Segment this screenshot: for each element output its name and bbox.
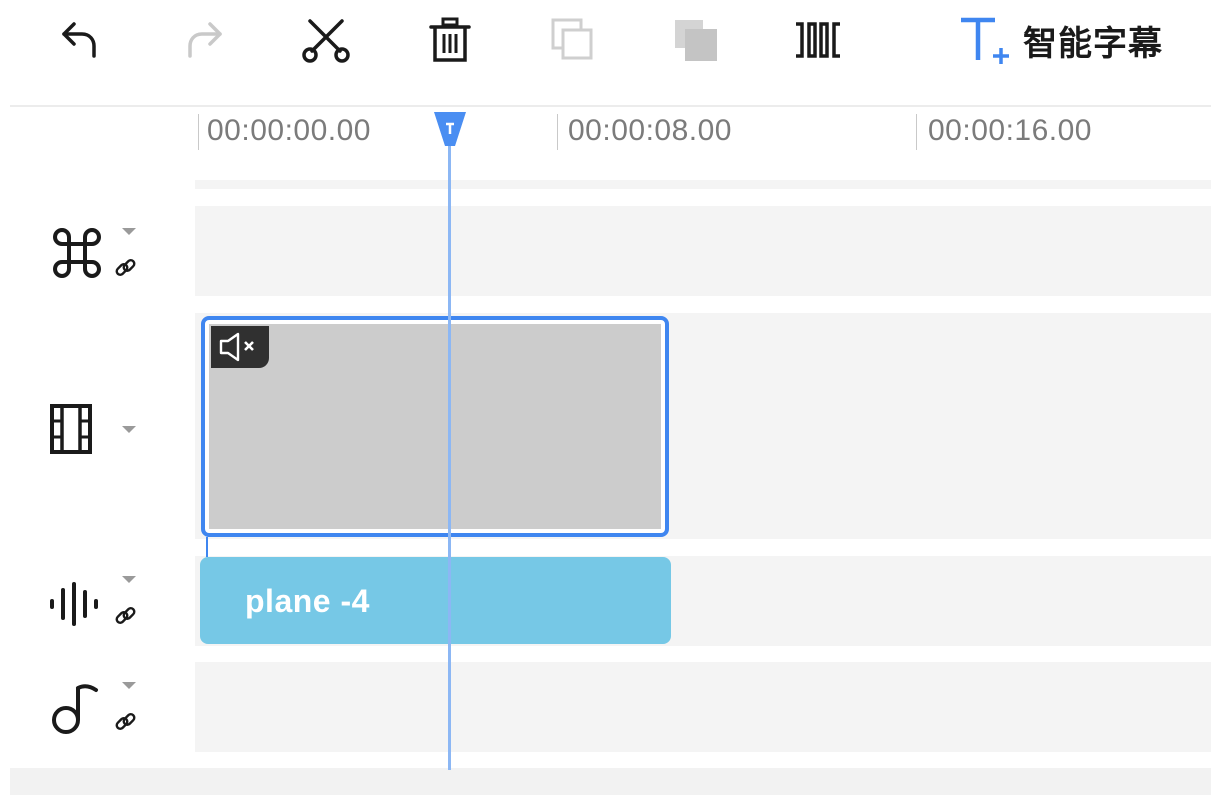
undo-button[interactable] [50,14,106,66]
effects-track-dropdown-caret[interactable] [122,228,136,235]
music-note-icon [52,684,98,734]
ruler-tick-label: 00:00:08.00 [568,114,732,147]
smart-subtitle-label: 智能字幕 [1023,23,1163,64]
video-clip[interactable] [201,316,669,537]
music-track-lane[interactable] [195,662,1211,752]
timeline-footer [10,768,1211,795]
mute-toggle[interactable] [211,326,269,368]
audio-clip[interactable]: plane -4 [200,557,671,644]
effects-track-header [48,220,158,290]
paste-button[interactable] [668,14,724,66]
video-track-dropdown-caret[interactable] [122,426,136,433]
playhead-handle-icon[interactable] [431,110,469,150]
audio-track-dropdown-caret[interactable] [122,576,136,583]
playhead-line[interactable] [448,140,451,770]
cut-button[interactable] [298,14,354,66]
toolbar-divider [10,105,1211,107]
link-icon[interactable] [114,606,138,628]
music-track-dropdown-caret[interactable] [122,682,136,689]
redo-button[interactable] [178,14,234,66]
split-button[interactable] [790,14,846,66]
video-track-header [48,396,158,466]
link-icon[interactable] [114,712,138,734]
link-icon[interactable] [114,258,138,280]
copy-icon [551,18,593,60]
ruler-tick [198,114,199,150]
audio-track-header [48,570,158,640]
trash-icon [429,17,471,62]
ruler-tick-label: 00:00:00.00 [207,114,371,147]
music-track-header [48,676,158,746]
command-icon [53,228,101,278]
effects-track-lane[interactable] [195,206,1211,296]
waveform-icon [50,582,98,626]
speaker-muted-icon [219,332,254,362]
scissors-icon [302,19,350,63]
ruler-tick-label: 00:00:16.00 [928,114,1092,147]
timeline-ruler[interactable]: 00:00:00.00 00:00:08.00 00:00:16.00 [195,108,1211,152]
text-add-icon [961,17,1009,64]
delete-button[interactable] [422,14,478,66]
audio-clip-label: plane -4 [245,583,370,619]
undo-icon [62,22,96,58]
copy-button[interactable] [545,14,601,66]
clip-link-connector [206,537,208,557]
ruler-tick [916,114,917,150]
ruler-tick [557,114,558,150]
split-icon [796,22,840,58]
editor-toolbar: 智能字幕 [0,0,1211,102]
smart-subtitle-button[interactable]: 智能字幕 [955,10,1163,70]
paste-icon [675,20,717,61]
redo-icon [188,22,222,58]
video-clip-thumbnail [209,324,661,529]
ruler-separator [195,180,1211,189]
film-icon [50,404,92,454]
